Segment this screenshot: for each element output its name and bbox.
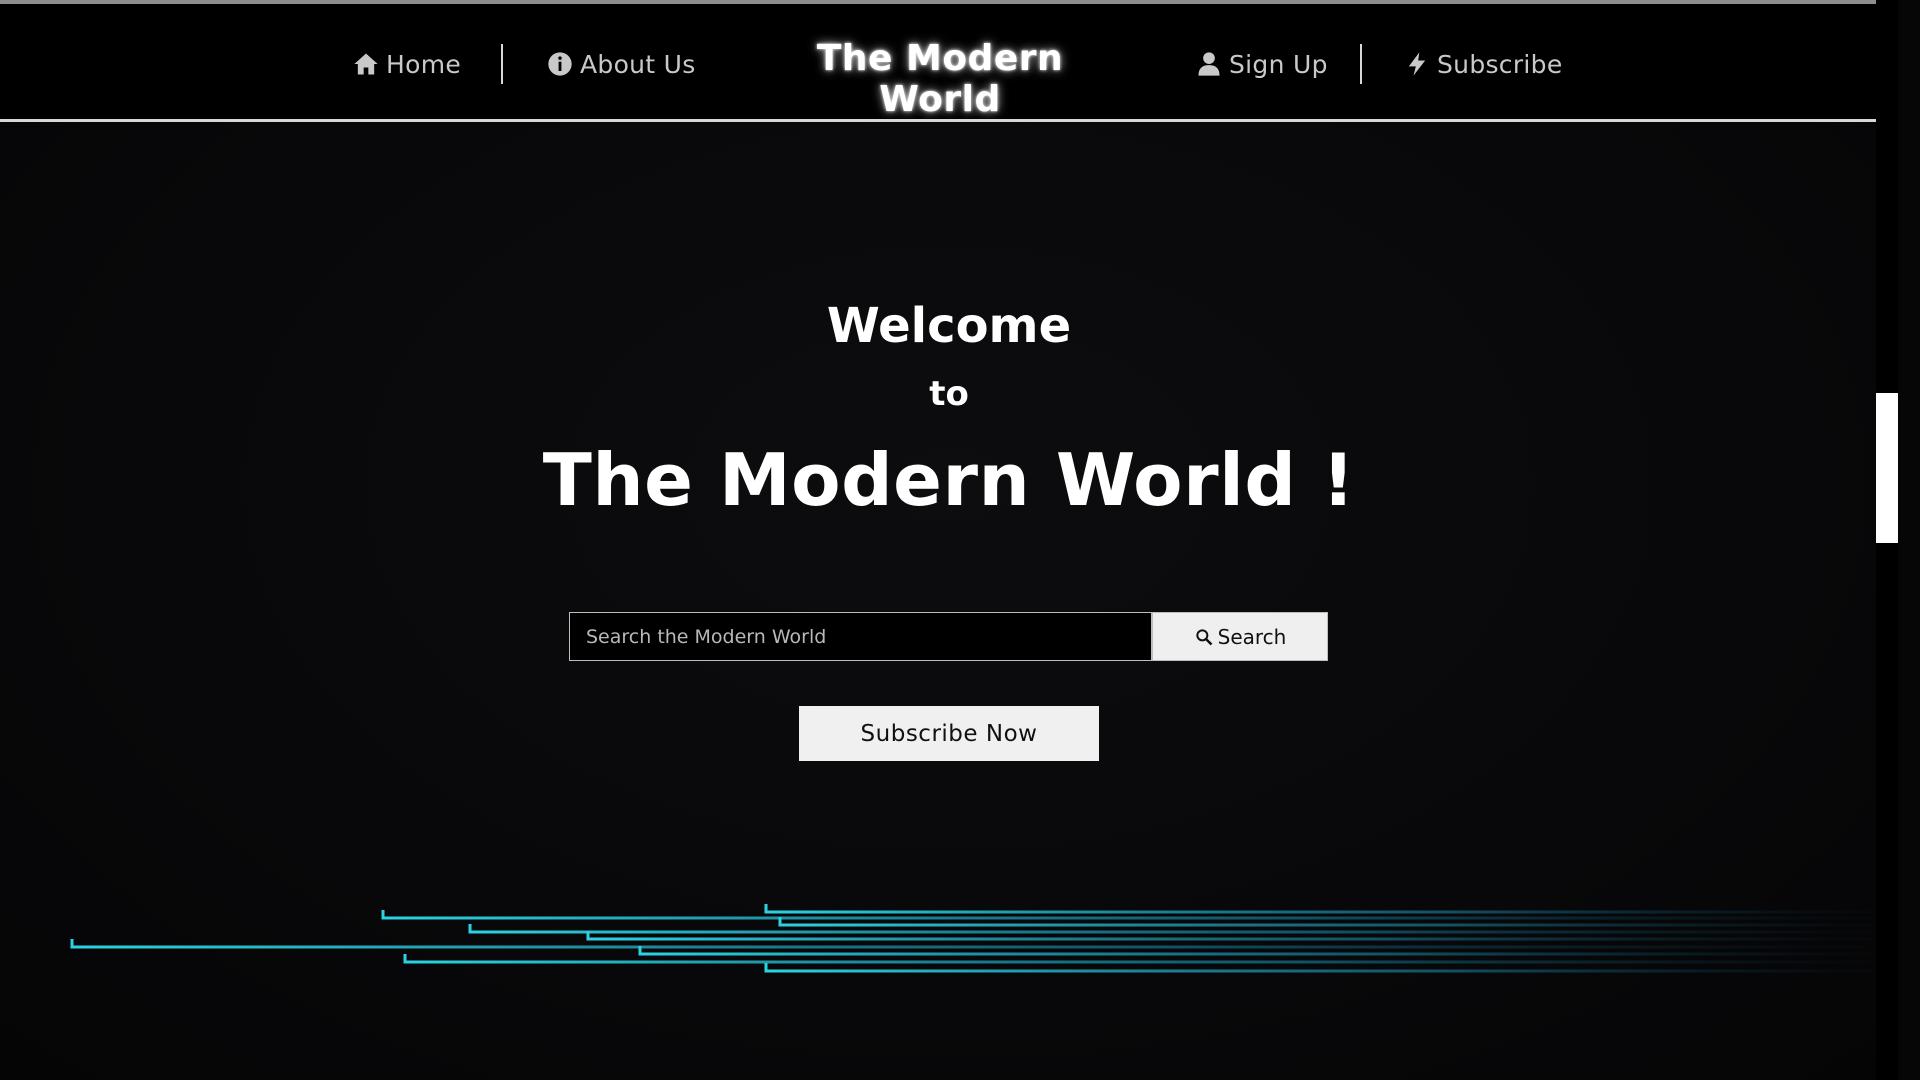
nav-home-label: Home (386, 49, 462, 79)
hero-to: to (929, 374, 969, 414)
nav-subscribe-label: Subscribe (1437, 49, 1563, 79)
bolt-icon (1403, 50, 1431, 78)
nav-signup-label: Sign Up (1229, 49, 1328, 79)
neon-lines-decoration (70, 904, 1898, 973)
nav-divider (1360, 44, 1362, 84)
search-icon (1194, 627, 1214, 647)
neon-line (764, 963, 1898, 973)
nav-divider (501, 44, 503, 84)
neon-line (764, 904, 1898, 914)
user-icon (1195, 50, 1223, 78)
navbar: Home About Us The Modern World Sign Up S… (0, 4, 1898, 122)
hero-title: The Modern World ! (542, 438, 1356, 522)
subscribe-now-button[interactable]: Subscribe Now (799, 706, 1099, 761)
page-viewport: Home About Us The Modern World Sign Up S… (0, 0, 1898, 1080)
nav-subscribe-link[interactable]: Subscribe (1403, 44, 1563, 84)
brand-title[interactable]: The Modern World (760, 38, 1120, 120)
home-icon (352, 50, 380, 78)
search-input[interactable] (569, 612, 1152, 661)
nav-about-label: About Us (580, 49, 696, 79)
search-button-label: Search (1217, 624, 1287, 649)
nav-about-link[interactable]: About Us (546, 44, 696, 84)
nav-home-link[interactable]: Home (352, 44, 461, 84)
hero-welcome: Welcome (826, 298, 1072, 354)
search-button[interactable]: Search (1152, 612, 1328, 661)
scrollbar-thumb[interactable] (1876, 393, 1898, 543)
info-icon (546, 50, 574, 78)
nav-signup-link[interactable]: Sign Up (1195, 44, 1328, 84)
